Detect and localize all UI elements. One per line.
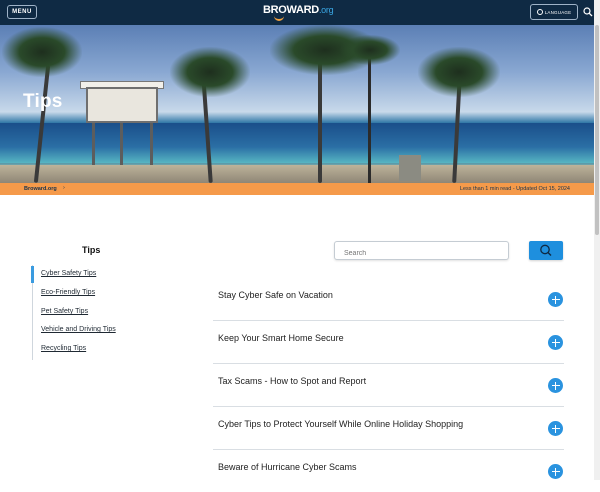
plus-icon[interactable] <box>548 292 563 307</box>
breadcrumb-separator: › <box>63 185 65 191</box>
sidebar-title: Tips <box>82 245 101 255</box>
logo-text-3: .org <box>318 5 334 15</box>
trash-bin <box>399 155 421 181</box>
accordion-item-label: Keep Your Smart Home Secure <box>218 333 344 343</box>
sidebar-item-pet-safety[interactable]: Pet Safety Tips <box>41 308 88 315</box>
search-input[interactable] <box>342 245 506 262</box>
info-bar: Broward.org › Less than 1 min read - Upd… <box>0 183 594 195</box>
lamp-post <box>368 45 371 183</box>
sidebar-item-vehicle-driving[interactable]: Vehicle and Driving Tips <box>41 326 116 333</box>
menu-button-label: MENU <box>12 9 32 15</box>
tower-leg <box>92 123 95 165</box>
read-time-text: Less than 1 min read - Updated Oct 15, 2… <box>459 185 570 192</box>
plus-icon[interactable] <box>548 464 563 479</box>
page-title: Tips <box>23 91 63 112</box>
search-icon[interactable] <box>583 7 593 17</box>
lamp-head <box>340 35 400 65</box>
logo-wave-icon <box>274 15 284 21</box>
accordion-item-label: Tax Scams - How to Spot and Report <box>218 376 367 386</box>
tower-leg <box>120 123 123 165</box>
plus-icon[interactable] <box>548 335 563 350</box>
accordion-item[interactable]: Beware of Hurricane Cyber Scams <box>213 449 564 492</box>
palm-fronds <box>170 47 250 97</box>
palm-fronds <box>418 47 500 97</box>
search-field <box>334 241 509 262</box>
site-header: MENU BROWARD.org LANGUAGE <box>0 0 594 25</box>
sidebar-item-recycling[interactable]: Recycling Tips <box>41 345 86 352</box>
hero-sand <box>0 165 594 183</box>
plus-icon[interactable] <box>548 378 563 393</box>
sidebar-item-eco-friendly[interactable]: Eco-Friendly Tips <box>41 289 95 296</box>
menu-button[interactable]: MENU <box>7 5 37 19</box>
logo-text-2: WARD <box>286 4 320 16</box>
accordion-item[interactable]: Stay Cyber Safe on Vacation <box>213 277 564 321</box>
hero-banner: Tips <box>0 25 594 183</box>
accordion-item-label: Stay Cyber Safe on Vacation <box>218 290 333 300</box>
globe-icon <box>536 9 543 15</box>
sidebar-item-cyber-safety[interactable]: Cyber Safety Tips <box>41 270 96 277</box>
accordion-item[interactable]: Tax Scams - How to Spot and Report <box>213 363 564 407</box>
accordion-item-label: Beware of Hurricane Cyber Scams <box>218 462 357 472</box>
palm-fronds <box>2 27 82 77</box>
hero-sea <box>0 123 594 163</box>
breadcrumb-home[interactable]: Broward.org <box>24 186 57 192</box>
accordion-item[interactable]: Cyber Tips to Protect Yourself While Onl… <box>213 406 564 450</box>
accordion-item[interactable]: Keep Your Smart Home Secure <box>213 320 564 364</box>
language-button[interactable]: LANGUAGE <box>530 4 578 20</box>
lifeguard-tower <box>86 87 158 123</box>
language-label: LANGUAGE <box>544 9 572 15</box>
search-icon <box>540 244 552 256</box>
accordion-item-label: Cyber Tips to Protect Yourself While Onl… <box>218 419 464 429</box>
sidebar-active-indicator <box>31 266 34 283</box>
tower-leg <box>150 123 153 165</box>
search-button[interactable] <box>529 241 563 260</box>
scrollbar-thumb[interactable] <box>595 25 599 235</box>
plus-icon[interactable] <box>548 421 563 436</box>
